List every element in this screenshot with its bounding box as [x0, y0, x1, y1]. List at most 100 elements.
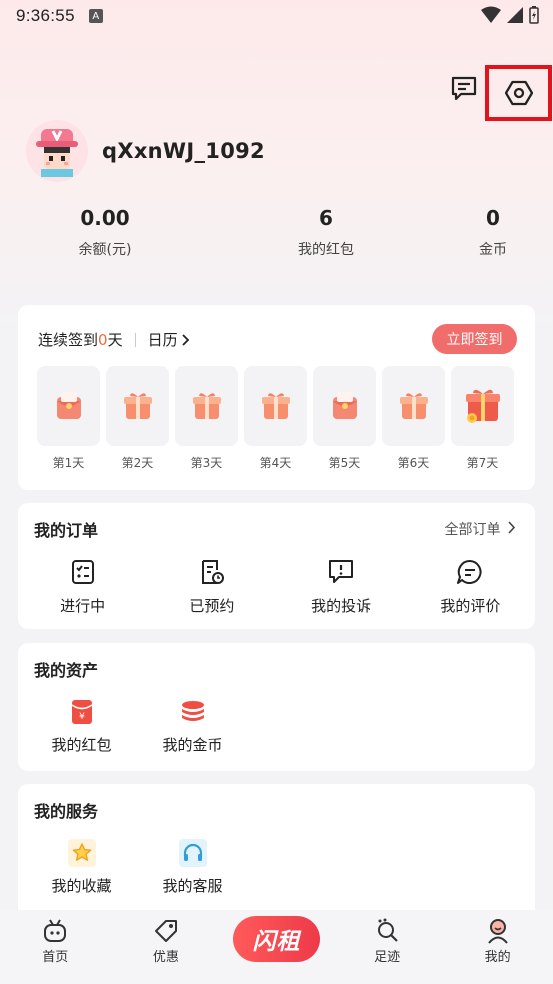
- signin-day-tile: [106, 366, 169, 446]
- service-favorites[interactable]: 我的收藏: [34, 839, 129, 896]
- stat-label: 余额(元): [78, 242, 132, 258]
- big-gift-icon: [465, 389, 500, 423]
- stat-coins[interactable]: 0 金币: [438, 206, 548, 259]
- asset-coins[interactable]: 我的金币: [145, 698, 240, 755]
- signin-day[interactable]: 第2天: [106, 366, 169, 471]
- gift-box-icon: [192, 393, 221, 419]
- signin-day-label: 第4天: [259, 456, 292, 470]
- tag-icon: [154, 920, 177, 942]
- signin-day[interactable]: 第4天: [244, 366, 307, 471]
- signin-day[interactable]: 第1天: [37, 366, 100, 471]
- order-item-label: 我的评价: [440, 597, 501, 615]
- avatar-character-icon: [36, 129, 78, 177]
- tab-label: 首页: [42, 950, 69, 965]
- tab-label: 我的: [484, 950, 511, 965]
- gift-box-icon: [399, 393, 428, 419]
- stat-label: 我的红包: [298, 242, 354, 258]
- signin-day-tile: [313, 366, 376, 446]
- tab-footprints[interactable]: 足迹: [332, 910, 443, 984]
- order-item-label: 已预约: [189, 597, 235, 615]
- stat-label: 金币: [479, 242, 507, 258]
- asset-label: 我的红包: [51, 736, 112, 754]
- signin-button[interactable]: 立即签到: [432, 324, 517, 354]
- order-item-label: 进行中: [60, 597, 106, 615]
- settings-hexagon-icon: [504, 80, 533, 106]
- message-icon[interactable]: [450, 76, 478, 102]
- headset-icon: [178, 839, 207, 867]
- battery-icon: [529, 6, 539, 24]
- signin-day-tile: [175, 366, 238, 446]
- status-icons: [481, 6, 539, 24]
- username[interactable]: qXxnWJ_1092: [102, 139, 265, 163]
- signin-streak: 连续签到 0 天 日历: [38, 329, 191, 350]
- order-in-progress[interactable]: 进行中: [18, 557, 147, 616]
- stat-value: 0: [486, 206, 500, 230]
- service-label: 我的收藏: [51, 877, 112, 895]
- asset-red-packet[interactable]: ¥ 我的红包: [34, 698, 129, 755]
- reserved-doc-icon: [201, 560, 224, 584]
- tab-mine[interactable]: 我的: [442, 910, 553, 984]
- complaint-icon: [329, 560, 354, 583]
- divider: [134, 332, 136, 347]
- all-orders-link[interactable]: 全部订单: [445, 519, 517, 539]
- stat-red-packets[interactable]: 6 我的红包: [271, 206, 381, 259]
- status-time: 9:36:55: [16, 6, 75, 25]
- order-reserved[interactable]: 已预约: [147, 557, 276, 616]
- service-support[interactable]: 我的客服: [145, 839, 240, 896]
- order-review[interactable]: 我的评价: [406, 557, 535, 616]
- signin-day[interactable]: 第6天: [382, 366, 445, 471]
- all-orders-label: 全部订单: [444, 522, 501, 538]
- signin-day-label: 第5天: [328, 456, 361, 470]
- profile-icon: [487, 919, 508, 944]
- signin-suffix: 天: [107, 331, 123, 349]
- signin-days: 第1天 第2天 第3天 第4天 第5天 第6天 第7天: [37, 366, 514, 471]
- red-packet-icon: ¥: [71, 700, 92, 724]
- order-item-label: 我的投诉: [311, 597, 372, 615]
- settings-button[interactable]: [485, 65, 552, 121]
- signal-icon: [507, 7, 523, 23]
- profile-header[interactable]: qXxnWJ_1092: [26, 120, 265, 182]
- signin-day[interactable]: 第7天: [451, 366, 514, 471]
- tab-label: 优惠: [152, 950, 179, 965]
- footprint-icon: [378, 918, 398, 942]
- signin-day-tile: [244, 366, 307, 446]
- order-complaint[interactable]: 我的投诉: [277, 557, 406, 616]
- asset-label: 我的金币: [162, 736, 223, 754]
- stat-value: 6: [319, 206, 333, 230]
- assets-card: 我的资产 ¥ 我的红包 我的金币: [18, 643, 535, 771]
- tab-discounts[interactable]: 优惠: [111, 910, 222, 984]
- signin-day[interactable]: 第5天: [313, 366, 376, 471]
- signin-day-tile: [451, 366, 514, 446]
- services-title: 我的服务: [34, 802, 99, 821]
- signin-day-label: 第2天: [121, 456, 154, 470]
- red-envelope-icon: [332, 392, 357, 419]
- signin-count: 0: [98, 330, 108, 349]
- signin-prefix: 连续签到: [38, 331, 99, 349]
- stat-value: 0.00: [80, 206, 130, 230]
- signin-day-tile: [382, 366, 445, 446]
- notification-badge-icon: A: [88, 9, 103, 23]
- star-icon: [67, 839, 96, 867]
- signin-day-label: 第6天: [397, 456, 430, 470]
- calendar-link[interactable]: 日历: [148, 329, 178, 350]
- signin-day[interactable]: 第3天: [175, 366, 238, 471]
- signin-day-label: 第1天: [52, 456, 85, 470]
- orders-title: 我的订单: [34, 521, 99, 540]
- checklist-icon: [71, 560, 94, 584]
- gift-box-icon: [123, 393, 152, 419]
- signin-card: 连续签到 0 天 日历 立即签到 第1天 第2天 第3天 第4天 第5天 第6天…: [18, 305, 535, 490]
- center-brand-button[interactable]: 闪租: [233, 916, 320, 962]
- red-envelope-icon: [56, 392, 81, 419]
- avatar[interactable]: [26, 120, 88, 182]
- chevron-right-icon: [181, 333, 189, 346]
- chevron-right-icon: [508, 521, 516, 534]
- services-card: 我的服务 我的收藏 我的客服: [18, 784, 535, 924]
- signin-day-label: 第7天: [466, 456, 499, 470]
- comment-icon: [457, 559, 482, 584]
- assets-grid: ¥ 我的红包 我的金币: [34, 698, 240, 755]
- tab-home[interactable]: 首页: [0, 910, 111, 984]
- stat-balance[interactable]: 0.00 余额(元): [50, 206, 160, 259]
- gift-box-icon: [261, 393, 290, 419]
- services-grid: 我的收藏 我的客服: [34, 839, 240, 896]
- coin-stack-icon: [181, 701, 204, 721]
